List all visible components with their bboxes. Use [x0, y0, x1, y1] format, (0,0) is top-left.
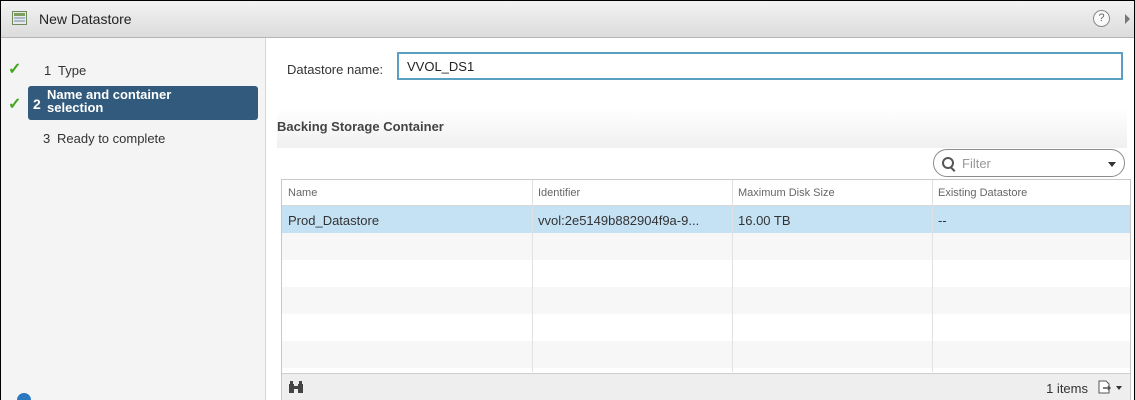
checkmark-icon: ✓ — [8, 61, 22, 78]
column-header-existing-datastore[interactable]: Existing Datastore — [938, 187, 1027, 199]
export-icon[interactable] — [1098, 380, 1112, 394]
step-ready-to-complete[interactable]: 3 Ready to complete — [6, 126, 258, 150]
table-header: Name Identifier Maximum Disk Size Existi… — [282, 180, 1130, 206]
empty-row — [282, 260, 1130, 287]
step-content: Datastore name: Backing Storage Containe… — [267, 38, 1134, 400]
datastore-name-label: Datastore name: — [287, 62, 384, 77]
step-label: Type — [58, 63, 87, 78]
step-type[interactable]: ✓ 1 Type — [6, 58, 258, 82]
column-divider — [732, 180, 733, 372]
cell-max-disk-size: 16.00 TB — [738, 213, 791, 228]
chevron-down-icon[interactable] — [1108, 162, 1116, 167]
column-header-name[interactable]: Name — [288, 187, 317, 199]
filter-input[interactable]: Filter — [933, 149, 1125, 177]
cell-identifier: vvol:2e5149b882904f9a-9... — [538, 213, 700, 228]
wizard-steps: ✓ 1 Type ✓ 2 Name and container selectio… — [1, 38, 266, 400]
binoculars-icon[interactable] — [288, 380, 304, 394]
new-datastore-dialog: New Datastore ? ✓ 1 Type ✓ 2 Name and co… — [0, 0, 1135, 400]
step-number: 1 — [44, 63, 52, 78]
backing-storage-title: Backing Storage Container — [277, 119, 444, 134]
new-datastore-icon — [12, 11, 27, 25]
cell-name: Prod_Datastore — [288, 213, 380, 228]
column-header-max-disk-size[interactable]: Maximum Disk Size — [738, 187, 835, 199]
empty-row — [282, 233, 1130, 260]
checkmark-icon: ✓ — [8, 96, 22, 113]
table-footer: 1 items — [282, 373, 1130, 400]
datastore-name-input[interactable] — [397, 52, 1123, 80]
help-icon[interactable]: ? — [1093, 10, 1110, 27]
cell-existing-datastore: -- — [938, 213, 947, 228]
step-number: 3 — [43, 131, 51, 146]
column-divider — [532, 180, 533, 372]
dialog-title: New Datastore — [39, 11, 132, 27]
chevron-down-icon[interactable] — [1116, 386, 1122, 390]
empty-row — [282, 287, 1130, 314]
column-header-identifier[interactable]: Identifier — [538, 187, 580, 199]
step-name-and-container[interactable]: ✓ 2 Name and container selection — [6, 86, 258, 120]
filter-placeholder: Filter — [962, 156, 991, 171]
info-icon — [17, 393, 31, 400]
step-number: 2 — [33, 96, 41, 112]
step-label: Name and container selection — [47, 87, 172, 115]
step-label: Ready to complete — [57, 131, 166, 146]
title-bar: New Datastore ? — [1, 1, 1134, 38]
expand-arrow-icon[interactable] — [1125, 14, 1130, 24]
search-icon — [942, 157, 954, 169]
empty-row — [282, 341, 1130, 368]
storage-container-table: Name Identifier Maximum Disk Size Existi… — [281, 179, 1131, 400]
column-divider — [932, 180, 933, 372]
table-row[interactable]: Prod_Datastore vvol:2e5149b882904f9a-9..… — [282, 206, 1130, 233]
empty-row — [282, 314, 1130, 341]
item-count: 1 items — [1046, 381, 1088, 396]
